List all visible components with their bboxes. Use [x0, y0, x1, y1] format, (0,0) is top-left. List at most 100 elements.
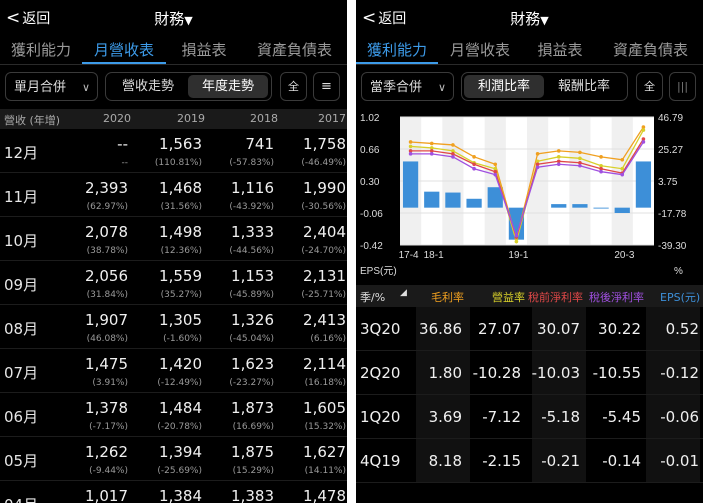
eps-bar: [614, 207, 630, 213]
revenue-value: 2,393: [85, 179, 128, 197]
eps-bar: [572, 204, 588, 208]
revenue-value: 1,498: [159, 223, 202, 241]
ratio-value: 30.07: [537, 320, 580, 338]
table-row[interactable]: 04月 1,017 1,384 1,383 1,478: [0, 481, 347, 503]
tab-balance-sheet[interactable]: 資產負債表: [242, 36, 347, 64]
table-row[interactable]: 06月 1,378 (-7.17%) 1,484 (-20.78%) 1,873 (16.6…: [0, 393, 347, 437]
right-axis-tick: -17.78: [658, 209, 687, 220]
table-row[interactable]: 12月 -- -- 1,563 (110.81%) 741 (-57.83%) 1,758 (-…: [0, 129, 347, 173]
page-title[interactable]: 財務▼: [0, 8, 347, 29]
header-pretax-margin: 稅前淨利率: [528, 291, 583, 304]
tab-bar: 獲利能力 月營收表 損益表 資產負債表: [356, 36, 703, 65]
yoy-percent: (-43.92%): [229, 202, 274, 212]
yoy-percent: (35.27%): [160, 290, 202, 300]
ratio-value: -10.55: [592, 364, 641, 382]
ratio-value: 27.07: [478, 320, 521, 338]
yoy-percent: (110.81%): [154, 158, 202, 168]
yoy-percent: (-23.27%): [229, 378, 274, 388]
table-row[interactable]: 09月 2,056 (31.84%) 1,559 (35.27%) 1,153 (-45.8…: [0, 261, 347, 305]
ratio-value: -0.01: [660, 452, 699, 470]
menu-icon[interactable]: ≡: [313, 72, 340, 101]
left-axis-tick: 0.66: [360, 145, 380, 156]
revenue-value: 1,907: [85, 311, 128, 329]
month-label: 07月: [4, 364, 39, 382]
ratio-point: [514, 233, 519, 238]
consolidation-select[interactable]: 當季合併 ∨: [361, 72, 454, 101]
month-label: 11月: [4, 188, 39, 206]
yoy-percent: (-25.69%): [157, 466, 202, 476]
yoy-percent: (-44.56%): [229, 246, 274, 256]
yoy-percent: (-20.78%): [157, 422, 202, 432]
revenue-value: 2,404: [303, 223, 346, 241]
page-title[interactable]: 財務▼: [356, 8, 703, 29]
tab-profitability[interactable]: 獲利能力: [0, 36, 82, 64]
revenue-trend-button[interactable]: 營收走勢: [108, 75, 188, 98]
table-row[interactable]: 3Q20 36.86 27.07 30.07 30.22 0.52: [356, 307, 703, 351]
annual-trend-button[interactable]: 年度走勢: [188, 75, 268, 98]
x-axis-tick: 17-4: [399, 250, 419, 261]
tab-profitability[interactable]: 獲利能力: [356, 36, 438, 64]
revenue-value: 1,153: [231, 267, 274, 285]
toolbar: 單月合併 ∨ 營收走勢 年度走勢 全 ≡: [0, 65, 347, 109]
ratio-point: [535, 152, 540, 156]
eps-bar: [551, 204, 567, 208]
x-axis-tick: 18-1: [424, 250, 444, 261]
eps-bar: [424, 191, 440, 208]
revenue-value: 1,484: [159, 399, 202, 417]
profitability-panel: < 返回 財務▼ 獲利能力 月營收表 損益表 資產負債表 當季合併 ∨ 利潤比率…: [356, 0, 703, 503]
fullscreen-button[interactable]: 全: [636, 72, 663, 101]
tab-income-statement[interactable]: 損益表: [522, 36, 598, 64]
tab-monthly-revenue[interactable]: 月營收表: [82, 36, 166, 64]
revenue-value: 1,873: [231, 399, 274, 417]
chevron-down-icon: ▼: [184, 14, 193, 27]
ratio-point: [472, 162, 476, 167]
header-gross-margin: 毛利率: [431, 291, 464, 304]
table-row[interactable]: 1Q20 3.69 -7.12 -5.18 -5.45 -0.06: [356, 395, 703, 439]
table-row[interactable]: 10月 2,078 (38.78%) 1,498 (12.36%) 1,333 (-44.5…: [0, 217, 347, 261]
tab-income-statement[interactable]: 損益表: [166, 36, 242, 64]
revenue-table: 12月 -- -- 1,563 (110.81%) 741 (-57.83%) 1,758 (-…: [0, 129, 347, 503]
yoy-percent: (46.08%): [86, 334, 128, 344]
right-axis-tick: 46.79: [658, 113, 683, 124]
revenue-value: 1,384: [159, 487, 202, 503]
yoy-percent: (31.84%): [86, 290, 128, 300]
sort-icon[interactable]: ◢: [400, 288, 407, 298]
ratio-segment: 利潤比率 報酬比率: [461, 72, 628, 101]
tab-balance-sheet[interactable]: 資產負債表: [598, 36, 703, 64]
ratio-point: [408, 144, 413, 149]
table-row[interactable]: 08月 1,907 (46.08%) 1,305 (-1.60%) 1,326 (-45.0…: [0, 305, 347, 349]
right-axis-label: %: [674, 266, 683, 277]
revenue-value: 1,563: [159, 135, 202, 153]
revenue-value: 1,623: [231, 355, 274, 373]
table-row[interactable]: 2Q20 1.80 -10.28 -10.03 -10.55 -0.12: [356, 351, 703, 395]
yoy-percent: (-12.49%): [157, 378, 202, 388]
ratio-value: -0.06: [660, 408, 699, 426]
month-label: 09月: [4, 276, 39, 294]
ratio-point: [493, 172, 498, 177]
table-row[interactable]: 4Q19 8.18 -2.15 -0.21 -0.14 -0.01: [356, 439, 703, 483]
yoy-percent: (15.32%): [304, 422, 346, 432]
fullscreen-button[interactable]: 全: [280, 72, 307, 101]
yoy-percent: (-7.17%): [89, 422, 128, 432]
header-net-margin: 稅後淨利率: [589, 291, 644, 304]
ratio-value: -5.18: [541, 408, 580, 426]
ratio-point: [408, 140, 413, 144]
eps-bar: [466, 198, 482, 208]
chevron-down-icon: ∨: [81, 81, 90, 94]
yoy-percent: (14.11%): [304, 466, 346, 476]
header-year-2020: 2020: [103, 112, 131, 125]
revenue-value: 2,131: [303, 267, 346, 285]
tab-monthly-revenue[interactable]: 月營收表: [438, 36, 522, 64]
return-ratio-button[interactable]: 報酬比率: [544, 75, 624, 98]
eps-bar: [445, 192, 461, 208]
table-row[interactable]: 11月 2,393 (62.97%) 1,468 (31.56%) 1,116 (-43.9…: [0, 173, 347, 217]
profit-ratio-button[interactable]: 利潤比率: [464, 75, 544, 98]
revenue-value: 1,333: [231, 223, 274, 241]
yoy-percent: (-9.44%): [89, 466, 128, 476]
top-bar: < 返回 財務▼: [356, 0, 703, 36]
select-value: 單月合併: [14, 80, 67, 95]
table-row[interactable]: 07月 1,475 (3.91%) 1,420 (-12.49%) 1,623 (-23.2…: [0, 349, 347, 393]
consolidation-select[interactable]: 單月合併 ∨: [5, 72, 98, 101]
waveform-icon[interactable]: |||: [669, 72, 696, 101]
table-row[interactable]: 05月 1,262 (-9.44%) 1,394 (-25.69%) 1,875 (15.2…: [0, 437, 347, 481]
